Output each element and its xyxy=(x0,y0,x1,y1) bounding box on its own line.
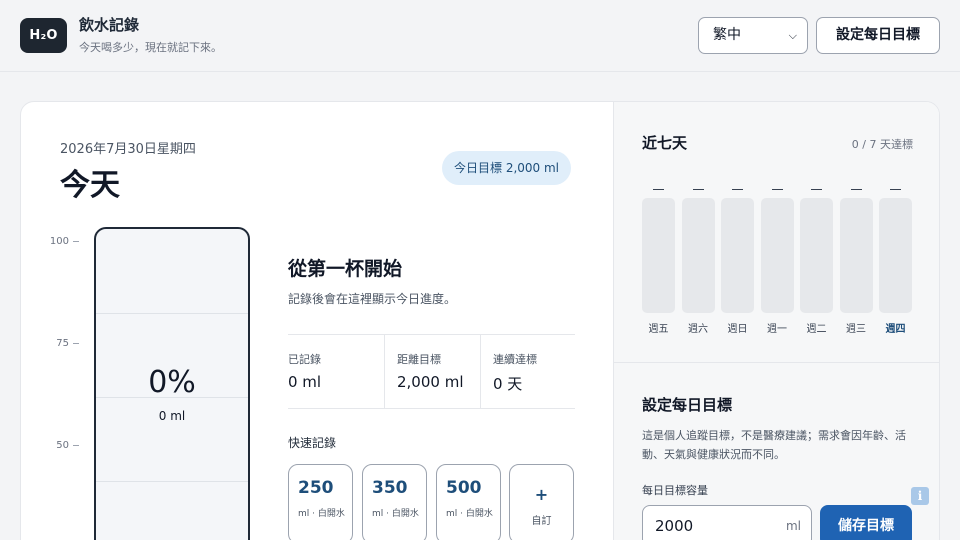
day-label: 週日 xyxy=(727,324,748,335)
stat-label: 距離目標 xyxy=(397,353,441,366)
capacity-label: 每日目標容量 xyxy=(642,484,708,497)
quick-log-250-button[interactable]: 250 ml · 白開水 xyxy=(288,464,353,540)
daily-goal-input-value: 2000 xyxy=(655,517,694,535)
day-value-dash xyxy=(732,189,743,190)
day-bar xyxy=(879,198,912,313)
quick-log-custom-button[interactable]: + 自訂 xyxy=(509,464,574,540)
axis-tick: 75 xyxy=(39,338,79,349)
water-glass-gauge: 0% 0 ml xyxy=(94,227,250,540)
glass-gridline xyxy=(96,481,248,482)
stat-value: 2,000 ml xyxy=(397,373,464,391)
quick-log-amount: 500 xyxy=(446,478,482,498)
today-date: 2026年7月30日星期四 xyxy=(60,142,196,157)
app-title: 飲水記錄 xyxy=(79,16,140,34)
chevron-down-icon: ⌵ xyxy=(788,29,797,42)
stat-label: 連續達標 xyxy=(493,353,537,366)
day-value-dash xyxy=(653,189,664,190)
app-subtitle: 今天喝多少，現在就記下來。 xyxy=(79,41,222,54)
daily-goal-input[interactable]: 2000 ml xyxy=(642,505,812,540)
goal-form-title: 設定每日目標 xyxy=(642,396,733,414)
quick-log-amount: 250 xyxy=(298,478,334,498)
progress-percent: 0% xyxy=(148,365,196,400)
quick-log-title: 快速記錄 xyxy=(288,436,337,450)
daily-goal-badge: 今日目標 2,000 ml xyxy=(442,151,572,185)
empty-state-title: 從第一杯開始 xyxy=(288,258,403,280)
stat-remaining: 距離目標 2,000 ml xyxy=(384,335,480,408)
day-bar xyxy=(721,198,754,313)
day-value-dash xyxy=(771,189,783,190)
axis-tick: 100 xyxy=(39,236,79,247)
day-label: 週一 xyxy=(767,324,787,335)
day-bar xyxy=(800,198,833,313)
day-value-dash xyxy=(692,189,704,190)
info-icon[interactable]: i xyxy=(911,487,929,505)
day-label: 週六 xyxy=(688,324,708,335)
day-bar xyxy=(839,198,873,313)
quick-log-label: ml · 白開水 xyxy=(446,509,493,519)
quick-log-amount: 350 xyxy=(372,478,408,498)
water-logo-icon: H₂O xyxy=(20,18,67,53)
day-value-dash xyxy=(890,189,901,190)
day-value-dash xyxy=(811,189,822,190)
plus-icon: + xyxy=(534,485,549,504)
stat-streak: 連續達標 0 天 xyxy=(480,335,575,408)
today-panel: 2026年7月30日星期四 今天 今日目標 2,000 ml 100 75 50… xyxy=(21,102,613,540)
day-bar xyxy=(760,198,794,313)
section-divider xyxy=(614,362,939,363)
quick-log-label: ml · 白開水 xyxy=(298,509,345,519)
day-value-dash xyxy=(850,189,862,190)
goal-form-description: 這是個人追蹤目標，不是醫療建議；需求會因年齡、活動、天氣與健康狀況而不同。 xyxy=(642,429,906,461)
day-label: 週五 xyxy=(648,324,669,335)
stat-recorded: 已記錄 0 ml xyxy=(288,335,384,408)
day-bar xyxy=(642,198,675,313)
quick-log-350-button[interactable]: 350 ml · 白開水 xyxy=(362,464,427,540)
side-panel: 近七天 0 / 7 天達標 週五 週六 週日 週一 週二 週三 週四 設定每日目… xyxy=(613,102,939,540)
save-goal-button[interactable]: 儲存目標 xyxy=(820,505,912,540)
quick-log-label: ml · 白開水 xyxy=(372,509,419,519)
empty-state-subtitle: 記錄後會在這裡顯示今日進度。 xyxy=(288,292,457,306)
language-select-value: 繁中 xyxy=(713,27,741,43)
daily-goal-input-unit: ml xyxy=(785,519,801,533)
day-label: 週三 xyxy=(846,324,866,335)
page-title: 今天 xyxy=(60,168,120,203)
glass-gridline xyxy=(96,313,248,314)
quick-log-500-button[interactable]: 500 ml · 白開水 xyxy=(436,464,501,540)
stats-row: 已記錄 0 ml 距離目標 2,000 ml 連續達標 0 天 xyxy=(288,334,575,409)
day-label: 週二 xyxy=(806,324,827,335)
language-select[interactable]: 繁中 ⌵ xyxy=(698,17,808,54)
week-goal-count: 0 / 7 天達標 xyxy=(851,138,913,151)
progress-amount: 0 ml xyxy=(158,409,186,423)
axis-tick: 50 xyxy=(39,440,79,451)
set-daily-goal-button[interactable]: 設定每日目標 xyxy=(816,17,940,54)
stat-value: 0 天 xyxy=(493,375,523,393)
day-bar xyxy=(681,198,715,313)
day-label-today: 週四 xyxy=(885,324,906,335)
stat-value: 0 ml xyxy=(288,373,322,391)
stat-label: 已記錄 xyxy=(288,353,321,366)
week-title: 近七天 xyxy=(642,134,688,152)
quick-log-custom-label: 自訂 xyxy=(531,516,552,527)
app-header: H₂O 飲水記錄 今天喝多少，現在就記下來。 繁中 ⌵ 設定每日目標 xyxy=(0,0,960,72)
main-card: 2026年7月30日星期四 今天 今日目標 2,000 ml 100 75 50… xyxy=(20,101,940,540)
